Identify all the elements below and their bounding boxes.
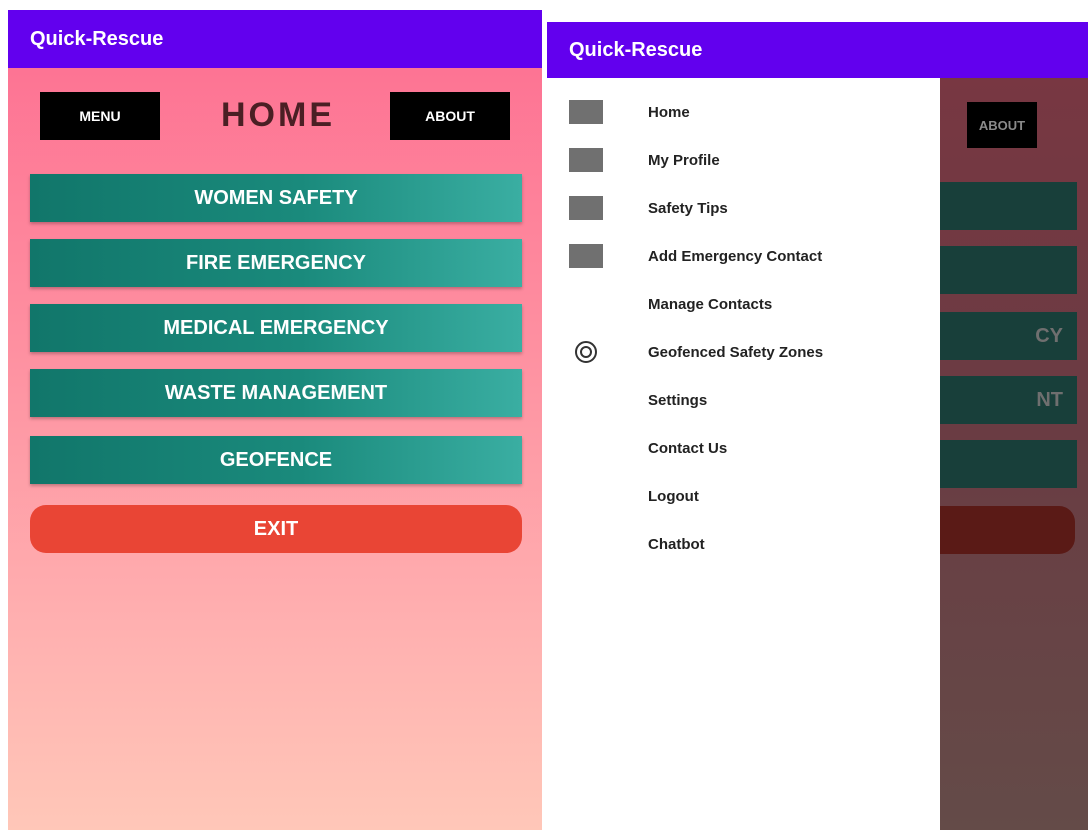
drawer-item-manage-contacts[interactable]: Manage Contacts <box>547 284 940 324</box>
profile-icon <box>569 148 603 172</box>
drawer-item-safety-tips[interactable]: Safety Tips <box>547 188 940 228</box>
drawer-item-contact-us[interactable]: Contact Us <box>547 428 940 468</box>
drawer-item-logout[interactable]: Logout <box>547 476 940 516</box>
drawer-item-label: Home <box>648 103 690 121</box>
menu-button[interactable]: MENU <box>40 92 160 140</box>
about-button-dimmed: ABOUT <box>967 102 1037 148</box>
home-screen: Quick-Rescue MENU HOME ABOUT WOMEN SAFET… <box>8 10 542 830</box>
fire-emergency-button[interactable]: FIRE EMERGENCY <box>30 239 522 287</box>
about-button[interactable]: ABOUT <box>390 92 510 140</box>
eye-icon <box>569 340 603 364</box>
home-icon <box>569 100 603 124</box>
app-title: Quick-Rescue <box>569 39 703 61</box>
page-title: HOME <box>221 96 335 134</box>
waste-management-button[interactable]: WASTE MANAGEMENT <box>30 369 522 417</box>
add-contact-icon <box>569 244 603 268</box>
drawer-item-label: My Profile <box>648 151 720 169</box>
app-bar: Quick-Rescue <box>547 22 1088 78</box>
drawer-item-home[interactable]: Home <box>547 92 940 132</box>
drawer-screen: Quick-Rescue ABOUT CY NT Home My Profile… <box>547 22 1088 830</box>
women-safety-button[interactable]: WOMEN SAFETY <box>30 174 522 222</box>
drawer-item-label: Safety Tips <box>648 199 728 217</box>
drawer-item-label: Manage Contacts <box>648 295 773 313</box>
drawer-item-settings[interactable]: Settings <box>547 380 940 420</box>
drawer-item-geofenced-safety-zones[interactable]: Geofenced Safety Zones <box>547 332 940 372</box>
drawer-item-chatbot[interactable]: Chatbot <box>547 524 940 564</box>
drawer-item-my-profile[interactable]: My Profile <box>547 140 940 180</box>
drawer-item-label: Geofenced Safety Zones <box>648 343 824 361</box>
geofence-button[interactable]: GEOFENCE <box>30 436 522 484</box>
drawer-item-label: Add Emergency Contact <box>648 247 823 265</box>
drawer-item-add-emergency-contact[interactable]: Add Emergency Contact <box>547 236 940 276</box>
drawer-item-label: Contact Us <box>648 439 728 457</box>
medical-emergency-button[interactable]: MEDICAL EMERGENCY <box>30 304 522 352</box>
exit-button[interactable]: EXIT <box>30 505 522 553</box>
drawer-item-label: Logout <box>648 487 699 505</box>
drawer-item-label: Chatbot <box>648 535 705 553</box>
app-bar: Quick-Rescue <box>8 10 542 68</box>
safety-tips-icon <box>569 196 603 220</box>
navigation-drawer: Home My Profile Safety Tips Add Emergenc… <box>547 78 940 830</box>
drawer-item-label: Settings <box>648 391 708 409</box>
app-title: Quick-Rescue <box>30 28 164 50</box>
